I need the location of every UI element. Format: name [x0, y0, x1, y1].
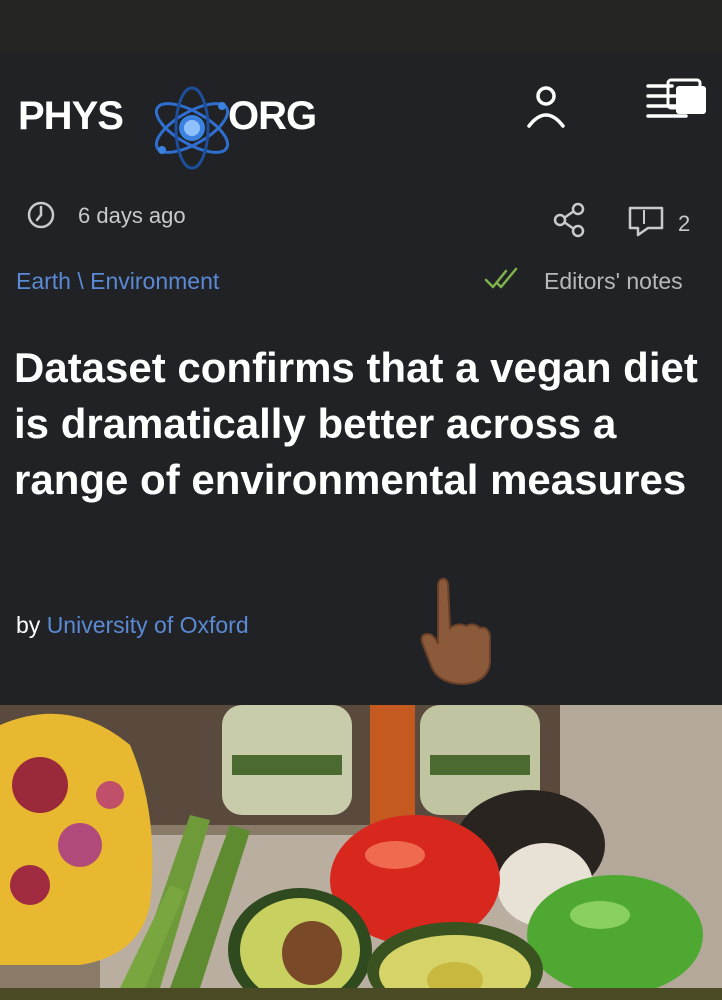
article-meta: 6 days ago — [0, 196, 722, 236]
site-logo[interactable]: PHYS ORG — [18, 82, 348, 170]
logo-text-phys: PHYS — [18, 94, 124, 138]
double-check-icon — [484, 267, 518, 289]
time-ago: 6 days ago — [78, 203, 186, 228]
menu-icon[interactable] — [646, 78, 708, 120]
atom-logo-icon — [154, 86, 230, 170]
comment-icon[interactable] — [626, 204, 666, 238]
share-icon[interactable] — [552, 202, 588, 238]
status-bar — [0, 0, 722, 52]
site-header: PHYS ORG — [0, 52, 722, 170]
bottom-strip — [0, 988, 722, 1000]
logo-text-org: ORG — [228, 94, 317, 138]
byline-prefix: by — [16, 612, 41, 638]
pointing-hand-icon — [420, 577, 491, 686]
clock-icon — [27, 201, 55, 229]
article-title: Dataset confirms that a vegan diet is dr… — [14, 344, 698, 503]
editors-notes-link[interactable]: Editors' notes — [544, 268, 683, 295]
category-breadcrumb[interactable]: Earth \ Environment — [16, 268, 219, 295]
author-link[interactable]: University of Oxford — [47, 612, 249, 638]
article-photo — [0, 705, 722, 988]
byline: by University of Oxford — [16, 612, 249, 639]
comment-count[interactable]: 2 — [678, 211, 690, 237]
user-icon[interactable] — [524, 82, 568, 130]
